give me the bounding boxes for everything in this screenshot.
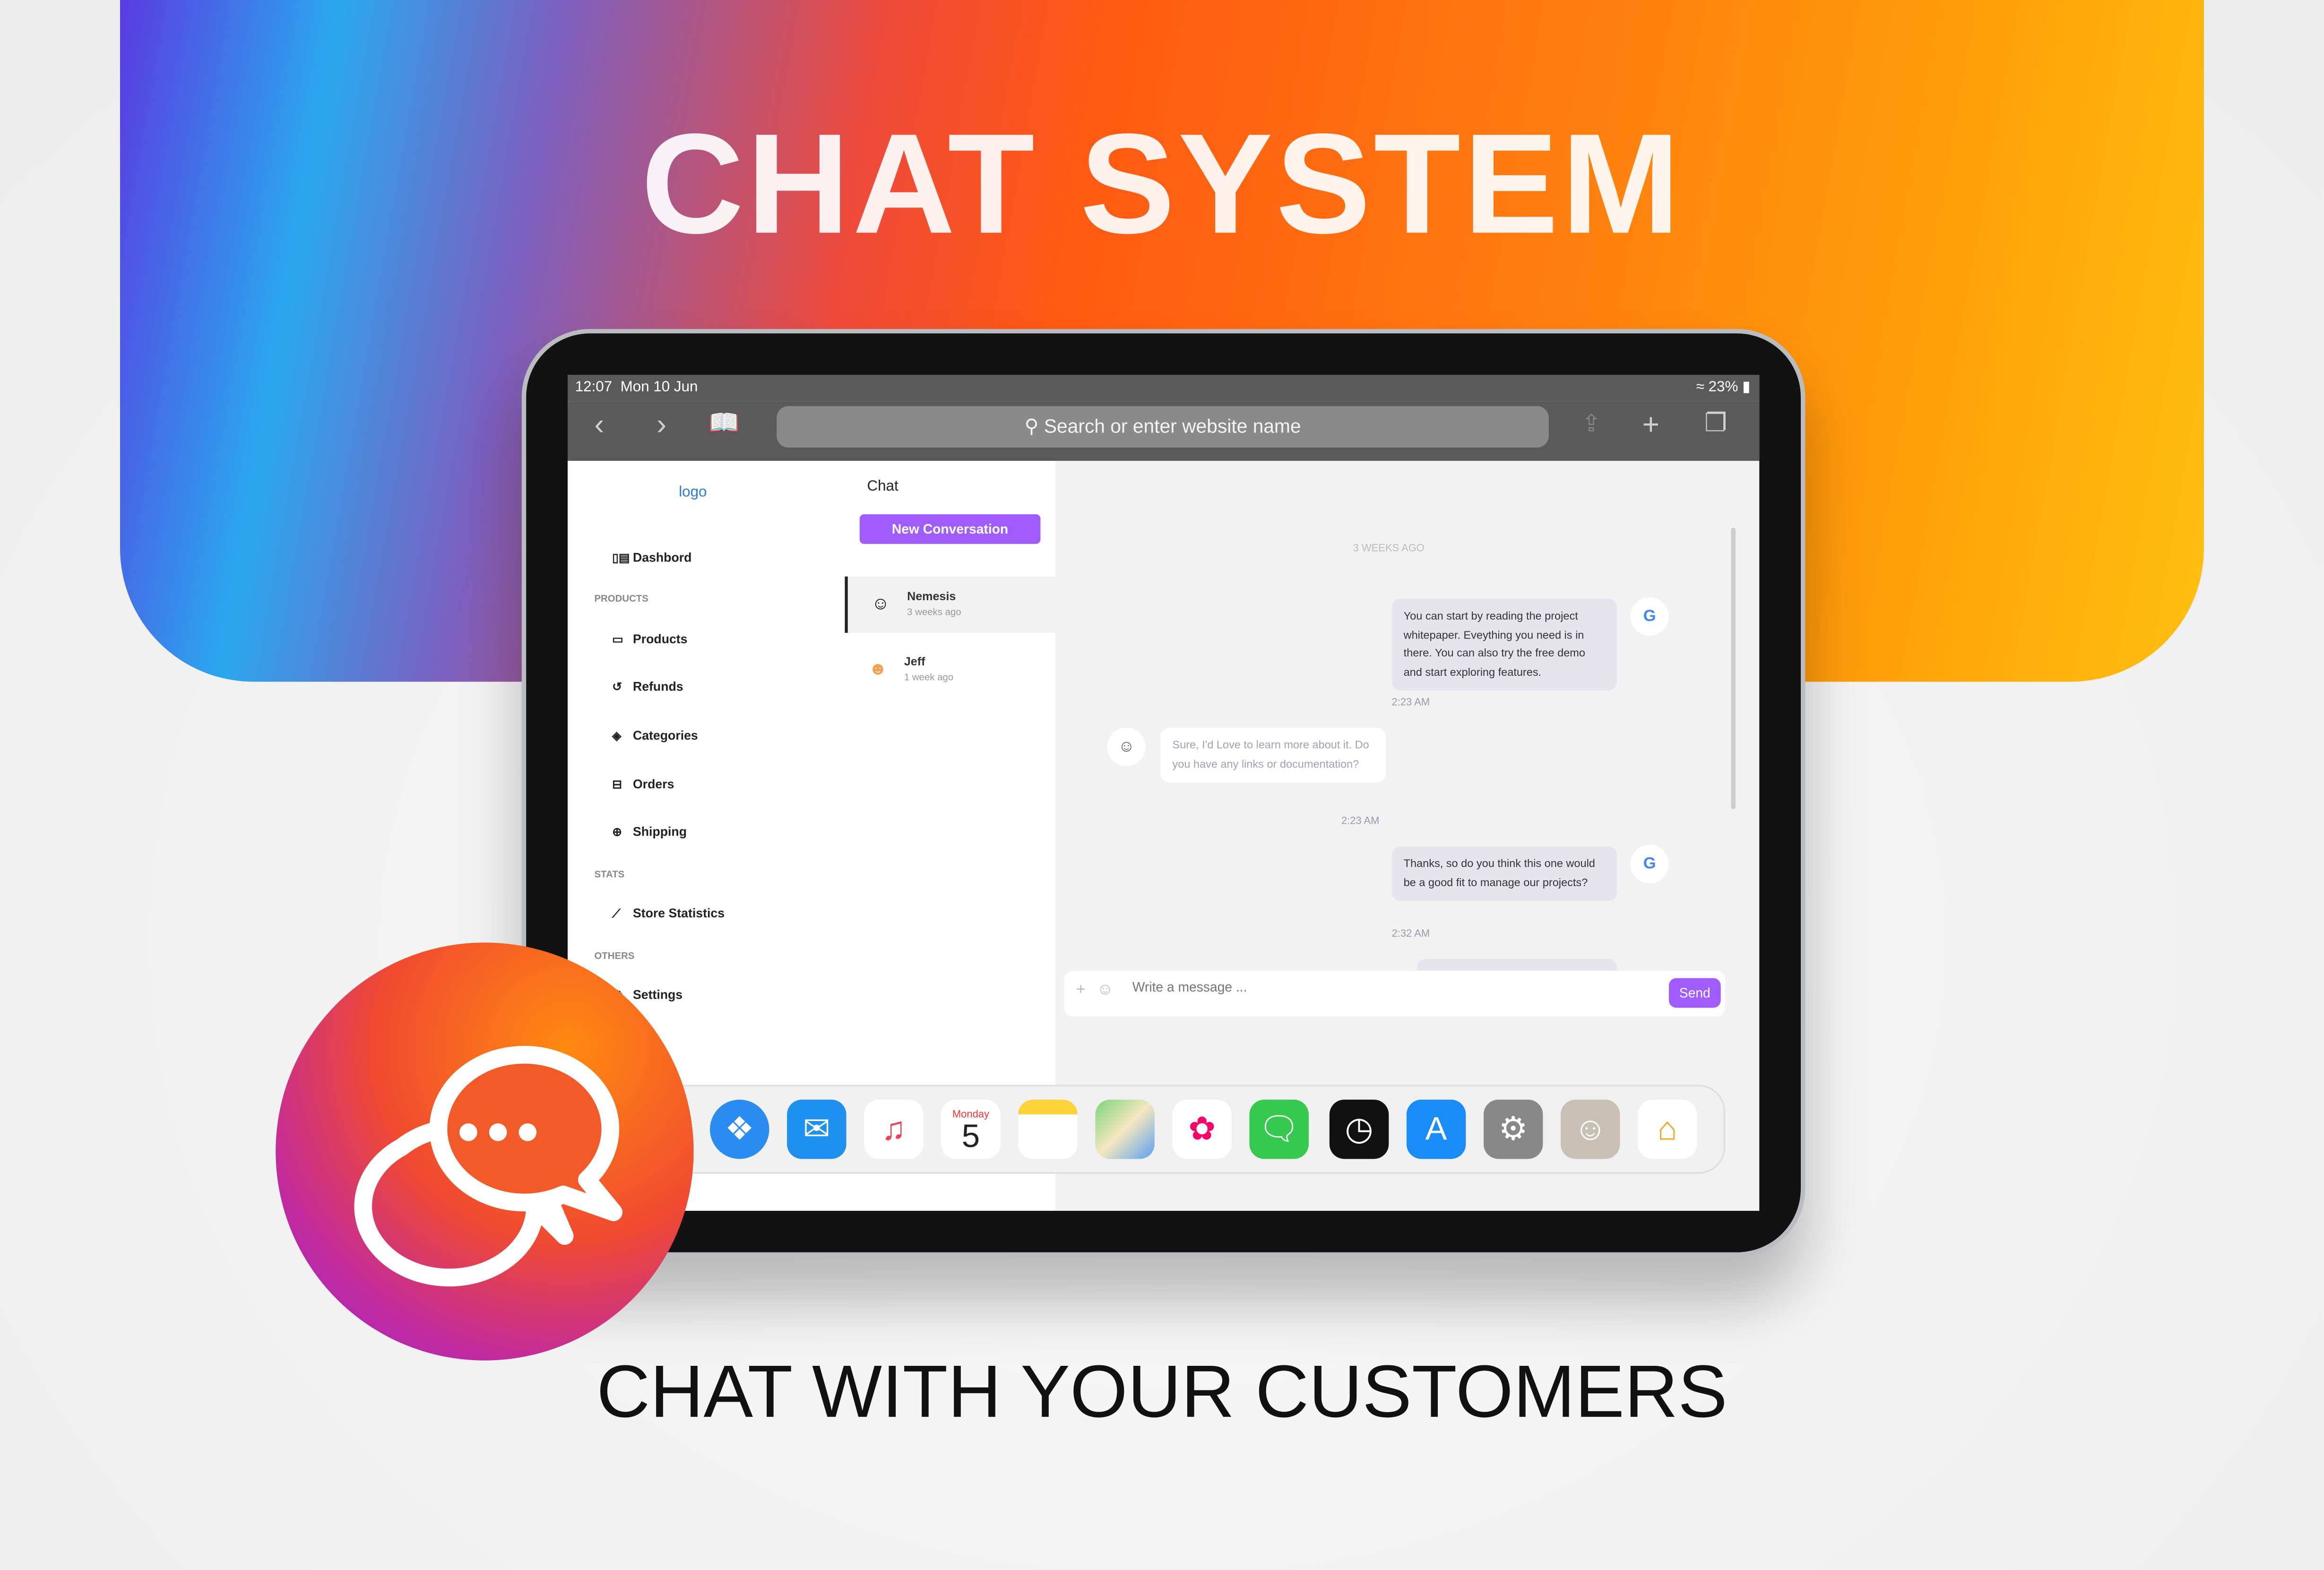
notes-icon[interactable] — [1018, 1099, 1078, 1159]
message-time: 2:23 AM — [1391, 698, 1430, 708]
message-input[interactable] — [1132, 979, 1577, 995]
clock-icon[interactable]: ◷ — [1329, 1099, 1389, 1159]
contacts-icon[interactable]: ☺ — [1560, 1099, 1620, 1159]
url-placeholder: Search or enter website name — [1044, 415, 1301, 438]
url-bar[interactable]: ⚲ Search or enter website name — [777, 406, 1549, 448]
new-tab-icon[interactable]: + — [1642, 409, 1659, 443]
sidebar-item-store-statistics[interactable]: ⟋ Store Statistics — [612, 906, 725, 922]
chat-app-badge — [276, 942, 694, 1361]
avatar: ☻ — [868, 658, 888, 679]
conversation-item[interactable]: ☺ Nemesis 3 weeks ago — [845, 576, 1055, 633]
promo-canvas: CHAT SYSTEM 12:07 Mon 10 Jun ≈ 23% ▮ ‹ ›… — [0, 0, 2324, 1570]
avatar: ☺ — [871, 593, 890, 614]
search-icon: ⚲ — [1024, 415, 1039, 438]
sidebar-item-products[interactable]: ▭ Products — [612, 631, 687, 646]
sidebar-item-refunds[interactable]: ↺ Refunds — [612, 679, 683, 693]
inbox-icon: ▭ — [612, 632, 623, 647]
briefcase-icon: ⊟ — [612, 778, 622, 792]
messages-icon[interactable]: 🗨 — [1249, 1099, 1309, 1159]
logo: logo — [679, 484, 707, 501]
message-bubble: Thanks, so do you think this one would b… — [1391, 846, 1617, 901]
share-icon[interactable]: ⇪ — [1581, 409, 1601, 439]
new-conversation-button[interactable]: New Conversation — [859, 514, 1041, 544]
music-icon[interactable]: ♫ — [864, 1099, 924, 1159]
mail-icon[interactable]: ✉ — [787, 1099, 847, 1159]
conversation-item[interactable]: ☻ Jeff 1 week ago — [845, 642, 1055, 698]
chart-line-icon: ⟋ — [612, 907, 621, 921]
conversation-name: Jeff — [904, 655, 925, 669]
tagline: CHAT WITH YOUR CUSTOMERS — [596, 1350, 1728, 1433]
status-bar: 12:07 Mon 10 Jun ≈ 23% ▮ — [568, 375, 1760, 402]
google-avatar: G — [1630, 597, 1669, 636]
status-date: Mon 10 Jun — [620, 379, 698, 396]
app-store-icon[interactable]: A — [1406, 1099, 1466, 1159]
bookmarks-icon[interactable]: 📖 — [708, 409, 740, 439]
status-time: 12:07 — [575, 379, 613, 396]
maps-icon[interactable] — [1095, 1099, 1155, 1159]
plus-icon[interactable]: + — [1076, 981, 1086, 999]
avatar: ☺ — [1107, 727, 1146, 767]
conversation-time: 1 week ago — [904, 673, 954, 683]
google-avatar: G — [1630, 845, 1669, 883]
message-time: 2:23 AM — [1341, 816, 1380, 827]
browser-toolbar: ‹ › 📖 ⚲ Search or enter website name ⇪ +… — [568, 401, 1760, 461]
message-time: 2:32 AM — [1391, 929, 1430, 940]
sidebar-item-orders[interactable]: ⊟ Orders — [612, 776, 674, 791]
settings-icon[interactable]: ⚙ — [1483, 1099, 1543, 1159]
back-icon[interactable]: ‹ — [594, 409, 604, 443]
conversation-name: Nemesis — [907, 590, 956, 604]
sidebar-item-shipping[interactable]: ⊕ Shipping — [612, 824, 687, 839]
conversation-time: 3 weeks ago — [907, 607, 961, 618]
scrollbar[interactable] — [1731, 527, 1736, 810]
emoji-icon[interactable]: ☺ — [1097, 981, 1113, 999]
message-composer: + ☺ Send — [1064, 970, 1726, 1017]
send-button[interactable]: Send — [1668, 978, 1721, 1008]
chat-heading: Chat — [867, 478, 898, 495]
tabs-icon[interactable]: ❐ — [1704, 409, 1727, 439]
forward-icon[interactable]: › — [657, 409, 666, 443]
globe-icon: ⊕ — [612, 825, 622, 839]
message-bubble: Sure, I'd Love to learn more about it. D… — [1160, 727, 1386, 783]
battery-icon: ▮ — [1742, 379, 1751, 396]
dock: ❖ ✉ ♫ Monday 5 ✿ 🗨 ◷ A ⚙ ☺ ⌂ — [652, 1085, 1726, 1174]
section-products: PRODUCTS — [594, 594, 648, 605]
refund-icon: ↺ — [612, 680, 622, 694]
dashboard-icon: ▯▤ — [612, 551, 630, 565]
sidebar-item-categories[interactable]: ◈ Categories — [612, 728, 698, 742]
message-bubble: You can start by reading the project whi… — [1391, 598, 1617, 691]
photos-icon[interactable]: ✿ — [1172, 1099, 1232, 1159]
home-icon[interactable]: ⌂ — [1638, 1099, 1697, 1159]
calendar-icon[interactable]: Monday 5 — [941, 1099, 1001, 1159]
tag-icon: ◈ — [612, 729, 622, 743]
section-stats: STATS — [594, 870, 625, 880]
sidebar-item-dashboard[interactable]: ▯▤ Dashbord — [612, 550, 691, 564]
wifi-icon: ≈ — [1696, 379, 1704, 396]
date-divider: 3 WEEKS AGO — [1353, 543, 1425, 554]
chat-bubbles-icon — [354, 1045, 623, 1286]
battery-level: 23% — [1708, 379, 1738, 396]
headline: CHAT SYSTEM — [641, 105, 1683, 264]
safari-icon[interactable]: ❖ — [710, 1099, 769, 1159]
